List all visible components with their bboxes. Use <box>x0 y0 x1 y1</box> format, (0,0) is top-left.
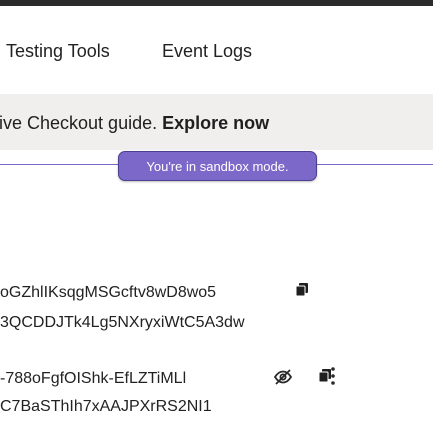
sandbox-mode-badge[interactable]: You're in sandbox mode. <box>118 151 317 181</box>
top-nav: Testing Tools Event Logs <box>0 6 433 94</box>
explore-now-link[interactable]: Explore now <box>162 113 269 133</box>
sandbox-mode-label: You're in sandbox mode. <box>146 158 289 174</box>
banner-message: tive Checkout guide. <box>0 113 158 133</box>
nav-testing-tools[interactable]: Testing Tools <box>6 41 110 62</box>
checkout-guide-banner: tive Checkout guide. Explore now <box>0 94 433 150</box>
kebab-menu-icon[interactable] <box>328 364 338 388</box>
key-row-1-line1[interactable]: oGZhlIKsqgMSGcftv8wD8wo5 <box>0 284 290 302</box>
key-row-2-line1[interactable]: -788oFgfOIShk-EfLZTiMLl <box>0 370 250 388</box>
banner-text: tive Checkout guide. Explore now <box>0 113 269 134</box>
key-row-2-line2[interactable]: C7BaSThIh7xAAJPXrRS2NI1 <box>0 398 250 416</box>
copy-icon[interactable] <box>293 280 311 298</box>
key-row-1-line2[interactable]: 3QCDDJTk4Lg5NXryxiWtC5A3dw <box>0 314 270 332</box>
nav-event-logs[interactable]: Event Logs <box>162 41 252 62</box>
eye-off-icon[interactable] <box>272 366 294 388</box>
